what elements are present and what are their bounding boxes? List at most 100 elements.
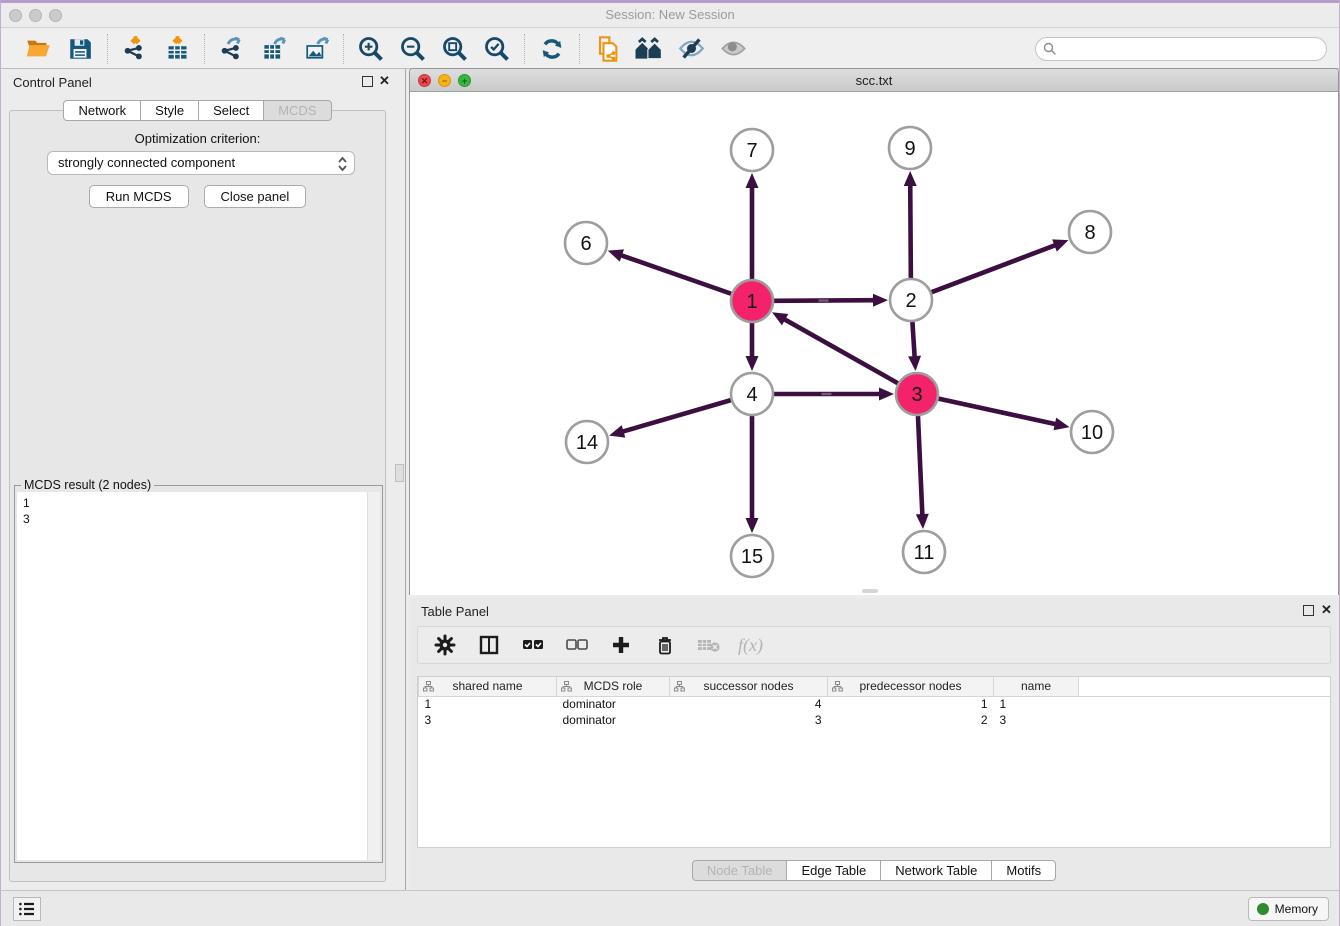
tab-edge-table[interactable]: Edge Table (786, 860, 881, 881)
column-header-mcds-role[interactable]: MCDS role (557, 677, 670, 696)
network-graph[interactable]: 7968124314101511 (410, 92, 1338, 595)
table-row[interactable]: 3 dominator 3 2 3 (419, 712, 1331, 728)
window-title: Session: New Session (1, 7, 1339, 22)
float-table-panel-icon[interactable] (1303, 605, 1314, 616)
import-network-button[interactable] (118, 33, 152, 65)
graph-node-label: 9 (904, 138, 915, 160)
memory-button[interactable]: Memory (1248, 897, 1329, 921)
search-input[interactable] (1035, 37, 1327, 61)
zoom-selected-icon (483, 35, 511, 63)
tab-motifs[interactable]: Motifs (991, 860, 1056, 881)
refresh-button[interactable] (535, 33, 569, 65)
close-table-panel-icon[interactable]: ✕ (1321, 602, 1332, 618)
show-all-button[interactable] (716, 33, 750, 65)
column-layout-icon (478, 634, 500, 656)
first-neighbors-button[interactable] (632, 33, 666, 65)
gear-button[interactable] (430, 630, 460, 660)
show-all-icon (719, 35, 748, 62)
close-panel-icon[interactable]: ✕ (379, 73, 390, 89)
task-history-button[interactable] (13, 897, 41, 921)
graph-node-label: 1 (746, 291, 757, 313)
refresh-icon (538, 35, 566, 63)
application-window: Session: New Session (0, 0, 1340, 926)
memory-label: Memory (1275, 902, 1318, 916)
tab-style[interactable]: Style (140, 100, 199, 121)
arrowhead-icon (916, 514, 929, 529)
run-mcds-button[interactable]: Run MCDS (89, 185, 189, 208)
graph-node-label: 14 (576, 432, 598, 454)
select-all-button[interactable] (518, 630, 548, 660)
mcds-result-list[interactable]: 1 3 (17, 492, 380, 860)
graph-edge-2-8[interactable] (932, 244, 1058, 292)
column-layout-button[interactable] (474, 630, 504, 660)
zoom-selected-button[interactable] (480, 33, 514, 65)
graph-node-label: 8 (1084, 222, 1095, 244)
optimization-criterion-label: Optimization criterion: (10, 131, 385, 146)
tab-network[interactable]: Network (63, 100, 141, 121)
table-panel-title: Table Panel (421, 604, 489, 619)
result-line: 3 (17, 511, 380, 527)
hide-selected-icon (677, 35, 706, 62)
tab-network-table[interactable]: Network Table (880, 860, 992, 881)
zoom-fit-button[interactable] (438, 33, 472, 65)
graph-edge-4-14[interactable] (621, 400, 731, 432)
column-header-shared-name[interactable]: shared name (419, 677, 557, 696)
graph-edge-2-9[interactable] (910, 183, 911, 278)
arrowhead-icon (904, 171, 917, 186)
control-panel-title: Control Panel (13, 75, 92, 90)
add-column-button[interactable] (606, 630, 636, 660)
tab-node-table[interactable]: Node Table (692, 860, 788, 881)
zoom-out-button[interactable] (396, 33, 430, 65)
export-table-button[interactable] (257, 33, 291, 65)
table-panel: Table Panel ✕ (409, 598, 1339, 893)
graph-node-label: 3 (911, 384, 922, 406)
close-panel-button[interactable]: Close panel (204, 185, 307, 208)
import-table-button[interactable] (160, 33, 194, 65)
column-header-successor-nodes[interactable]: successor nodes (670, 677, 828, 696)
float-panel-icon[interactable] (362, 76, 373, 87)
network-window-titlebar[interactable]: ✕ − + scc.txt (410, 69, 1338, 92)
hide-selected-button[interactable] (674, 33, 708, 65)
zoom-in-button[interactable] (354, 33, 388, 65)
table-row[interactable]: 1 dominator 4 1 1 (419, 696, 1331, 712)
mcds-result-group: MCDS result (2 nodes) 1 3 (14, 485, 383, 863)
function-builder-button[interactable]: f(x) (738, 635, 763, 656)
import-network-icon (122, 35, 149, 62)
graph-edge-3-11[interactable] (918, 416, 922, 517)
graph-edge-1-6[interactable] (619, 255, 731, 294)
graph-edge-3-10[interactable] (938, 399, 1057, 425)
graph-node-label: 4 (746, 384, 757, 406)
edge-label-mark (822, 393, 832, 395)
main-titlebar: Session: New Session (1, 3, 1339, 28)
open-file-button[interactable] (21, 33, 55, 65)
clone-network-button[interactable] (590, 33, 624, 65)
panel-divider-handle[interactable] (395, 464, 404, 482)
delete-table-button[interactable] (694, 630, 724, 660)
node-table[interactable]: shared name MCDS role successor nodes pr… (417, 676, 1331, 848)
graph-edge-2-3[interactable] (912, 322, 914, 359)
panel-divider (405, 69, 406, 893)
tab-mcds[interactable]: MCDS (263, 100, 331, 121)
import-table-icon (164, 35, 191, 62)
table-tabs: Node Table Edge Table Network Table Moti… (409, 860, 1339, 881)
search-icon (1043, 42, 1057, 56)
delete-column-button[interactable] (650, 630, 680, 660)
view-resize-grip[interactable] (862, 589, 878, 593)
network-canvas[interactable]: 7968124314101511 (410, 92, 1338, 595)
save-session-button[interactable] (63, 33, 97, 65)
tab-select[interactable]: Select (198, 100, 264, 121)
column-header-predecessor-nodes[interactable]: predecessor nodes (828, 677, 994, 696)
arrowhead-icon (873, 294, 888, 307)
edge-label-mark (818, 299, 828, 301)
export-image-button[interactable] (299, 33, 333, 65)
network-view-title: scc.txt (410, 73, 1338, 88)
delete-table-icon (696, 635, 722, 655)
table-header-row: shared name MCDS role successor nodes pr… (419, 677, 1331, 696)
column-header-name[interactable]: name (994, 677, 1079, 696)
result-scrollbar[interactable] (367, 492, 380, 860)
graph-edge-3-1[interactable] (782, 318, 897, 383)
optimization-criterion-select[interactable]: strongly connected component (47, 151, 355, 175)
export-network-button[interactable] (215, 33, 249, 65)
deselect-all-button[interactable] (562, 630, 592, 660)
arrowhead-icon (1052, 239, 1068, 251)
